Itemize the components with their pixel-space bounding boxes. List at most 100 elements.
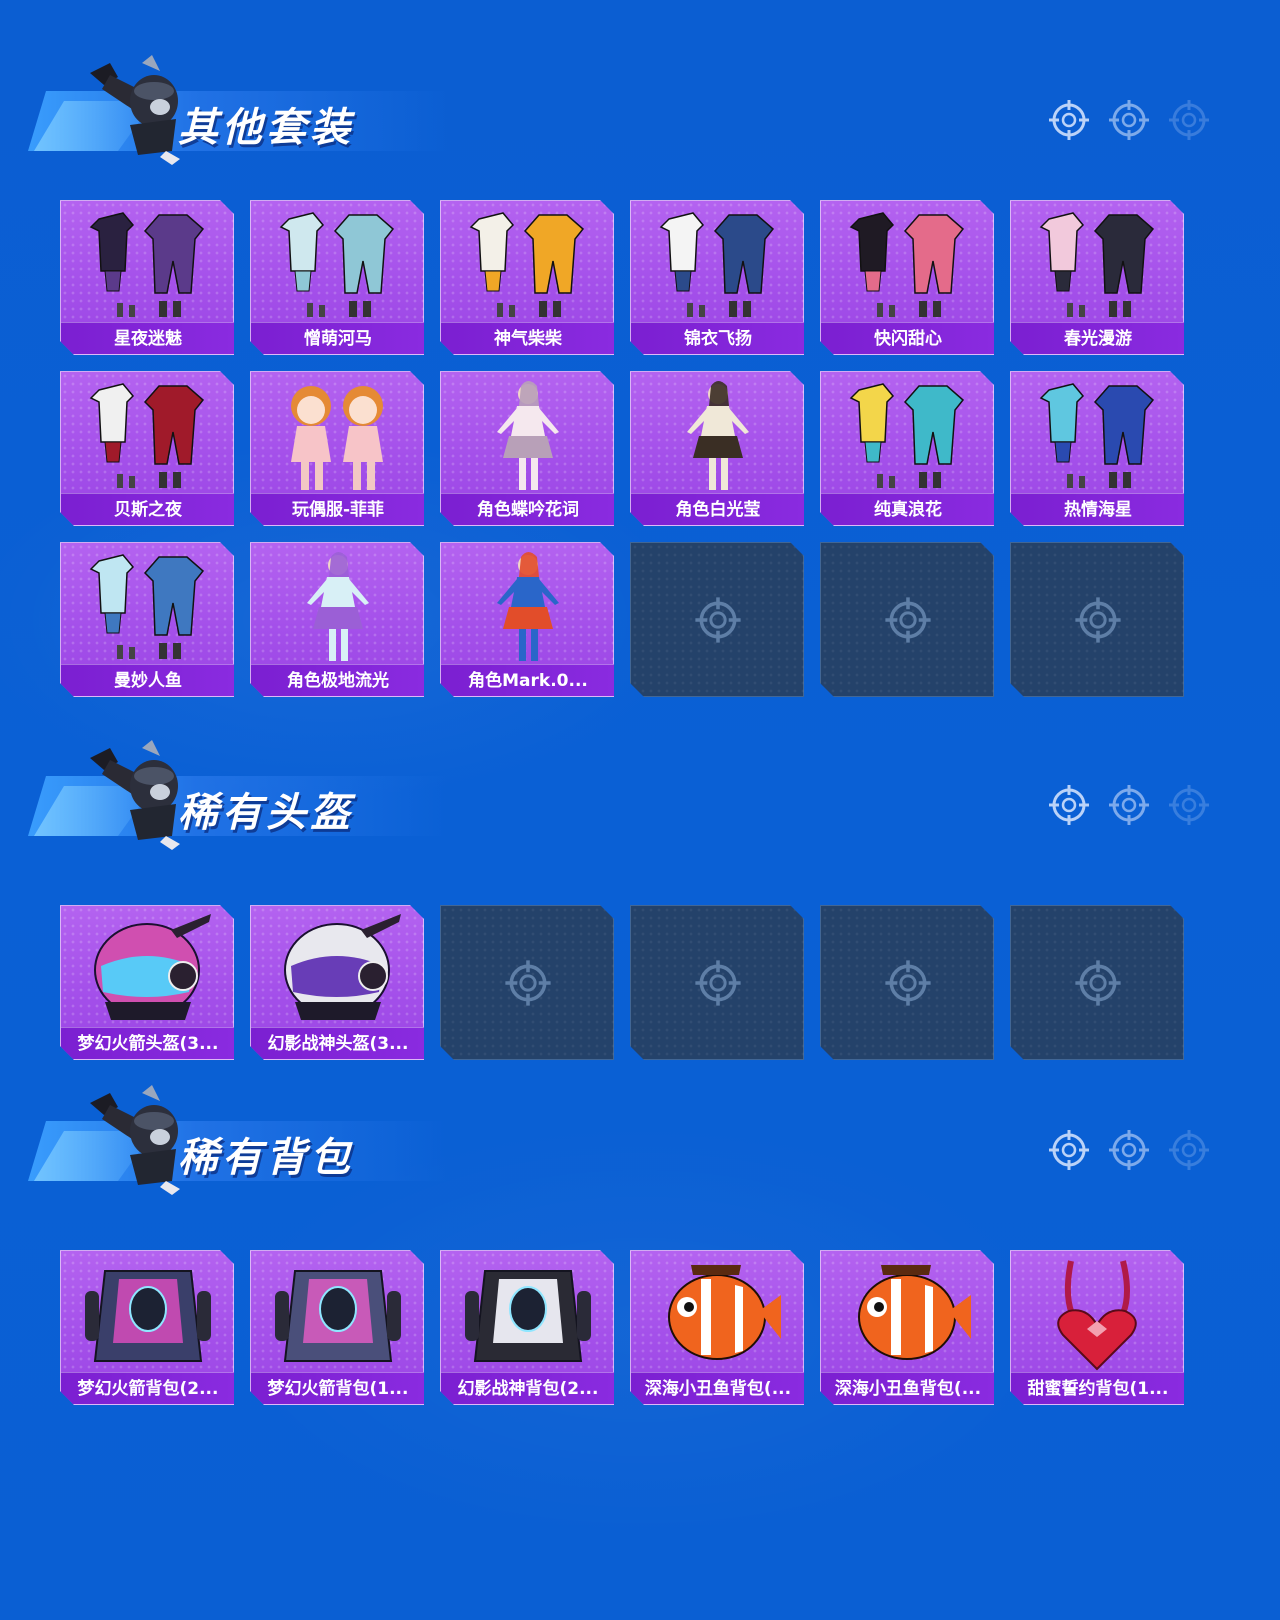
backpack-icon [85, 1270, 211, 1362]
backpack-icon [275, 1270, 401, 1362]
item-name: 角色极地流光 [251, 664, 424, 696]
item-card[interactable]: 角色极地流光 [250, 542, 424, 697]
crosshair-decor [1048, 784, 1210, 826]
item-card[interactable]: 深海小丑鱼背包(... [630, 1250, 804, 1405]
item-name: 玩偶服-菲菲 [251, 493, 424, 525]
character-icon [497, 381, 559, 490]
mascot-icon [90, 740, 180, 850]
item-name: 深海小丑鱼背包(... [821, 1372, 994, 1404]
item-card[interactable]: 角色白光莹 [630, 371, 804, 526]
section-title: 其他套装 [178, 105, 354, 151]
crosshair-icon [1049, 1130, 1089, 1170]
crosshair-decor [1048, 99, 1210, 141]
section-header: 其他套装 [28, 55, 448, 165]
doll-character-icon [291, 386, 383, 490]
empty-slot [630, 905, 804, 1060]
outfit-icon [469, 212, 585, 317]
item-card[interactable]: 憎萌河马 [250, 200, 424, 355]
item-name: 憎萌河马 [251, 322, 424, 354]
empty-slot [1010, 542, 1184, 697]
backpack-icon [465, 1270, 591, 1362]
item-card[interactable]: 梦幻火箭背包(2... [60, 1250, 234, 1405]
item-card[interactable]: 深海小丑鱼背包(... [820, 1250, 994, 1405]
item-name: 角色Mark.0... [441, 664, 614, 696]
item-name: 梦幻火箭背包(2... [61, 1372, 234, 1404]
item-name: 贝斯之夜 [61, 493, 234, 525]
mascot-icon [90, 55, 180, 165]
item-name: 纯真浪花 [821, 493, 994, 525]
item-name: 角色蝶吟花词 [441, 493, 614, 525]
item-grid: 星夜迷魅 憎萌河马 神气柴柴 锦衣飞扬 快闪甜心 春光漫游 贝斯之夜 玩偶服-菲… [60, 200, 1184, 697]
outfit-icon [1039, 383, 1155, 488]
item-card[interactable]: 纯真浪花 [820, 371, 994, 526]
item-card[interactable]: 锦衣飞扬 [630, 200, 804, 355]
heart-backpack-icon [1057, 1260, 1137, 1371]
mascot-icon [90, 1085, 180, 1195]
item-name: 星夜迷魅 [61, 322, 234, 354]
item-name: 深海小丑鱼背包(... [631, 1372, 804, 1404]
item-card[interactable]: 神气柴柴 [440, 200, 614, 355]
section-title: 稀有背包 [178, 1135, 354, 1181]
outfit-icon [1039, 212, 1155, 317]
item-name: 梦幻火箭背包(1... [251, 1372, 424, 1404]
crosshair-icon [1169, 785, 1209, 825]
crosshair-icon [1169, 100, 1209, 140]
crosshair-icon [1109, 785, 1149, 825]
item-card[interactable]: 幻影战神背包(2... [440, 1250, 614, 1405]
character-icon [497, 552, 559, 661]
item-card[interactable]: 贝斯之夜 [60, 371, 234, 526]
outfit-icon [849, 212, 965, 317]
empty-slot [630, 542, 804, 697]
item-name: 春光漫游 [1011, 322, 1184, 354]
item-card[interactable]: 幻影战神头盔(3... [250, 905, 424, 1060]
item-name: 幻影战神背包(2... [441, 1372, 614, 1404]
crosshair-icon [1049, 100, 1089, 140]
crosshair-icon [1075, 960, 1121, 1006]
section-header: 稀有背包 [28, 1085, 448, 1195]
outfit-icon [89, 383, 205, 488]
crosshair-decor [1048, 1129, 1210, 1171]
empty-slot [820, 905, 994, 1060]
section-title: 稀有头盔 [178, 790, 354, 836]
item-name: 角色白光莹 [631, 493, 804, 525]
crosshair-icon [885, 597, 931, 643]
crosshair-icon [1109, 1130, 1149, 1170]
item-card[interactable]: 角色蝶吟花词 [440, 371, 614, 526]
clownfish-backpack-icon [858, 1265, 971, 1360]
item-card[interactable]: 梦幻火箭头盔(3... [60, 905, 234, 1060]
item-name: 曼妙人鱼 [61, 664, 234, 696]
crosshair-icon [505, 960, 551, 1006]
outfit-icon [89, 212, 205, 317]
empty-slot [1010, 905, 1184, 1060]
item-card[interactable]: 热情海星 [1010, 371, 1184, 526]
item-card[interactable]: 春光漫游 [1010, 200, 1184, 355]
empty-slot [820, 542, 994, 697]
item-name: 热情海星 [1011, 493, 1184, 525]
helmet-icon [284, 914, 401, 1020]
character-icon [687, 381, 749, 490]
item-name: 锦衣飞扬 [631, 322, 804, 354]
item-card[interactable]: 星夜迷魅 [60, 200, 234, 355]
item-card[interactable]: 玩偶服-菲菲 [250, 371, 424, 526]
crosshair-icon [1109, 100, 1149, 140]
item-card[interactable]: 角色Mark.0... [440, 542, 614, 697]
outfit-icon [659, 212, 775, 317]
item-card[interactable]: 梦幻火箭背包(1... [250, 1250, 424, 1405]
crosshair-icon [695, 597, 741, 643]
item-name: 神气柴柴 [441, 322, 614, 354]
item-name: 快闪甜心 [821, 322, 994, 354]
crosshair-icon [1169, 1130, 1209, 1170]
item-grid: 梦幻火箭头盔(3... 幻影战神头盔(3... [60, 905, 1184, 1060]
outfit-icon [849, 383, 965, 488]
clownfish-backpack-icon [668, 1265, 781, 1360]
crosshair-icon [695, 960, 741, 1006]
helmet-icon [94, 914, 211, 1020]
item-card[interactable]: 快闪甜心 [820, 200, 994, 355]
item-grid: 梦幻火箭背包(2... 梦幻火箭背包(1... 幻影战神背包(2... 深海小丑… [60, 1250, 1184, 1405]
crosshair-icon [885, 960, 931, 1006]
item-card[interactable]: 甜蜜誓约背包(1... [1010, 1250, 1184, 1405]
item-card[interactable]: 曼妙人鱼 [60, 542, 234, 697]
outfit-icon [279, 212, 395, 317]
outfit-icon [89, 554, 205, 659]
empty-slot [440, 905, 614, 1060]
